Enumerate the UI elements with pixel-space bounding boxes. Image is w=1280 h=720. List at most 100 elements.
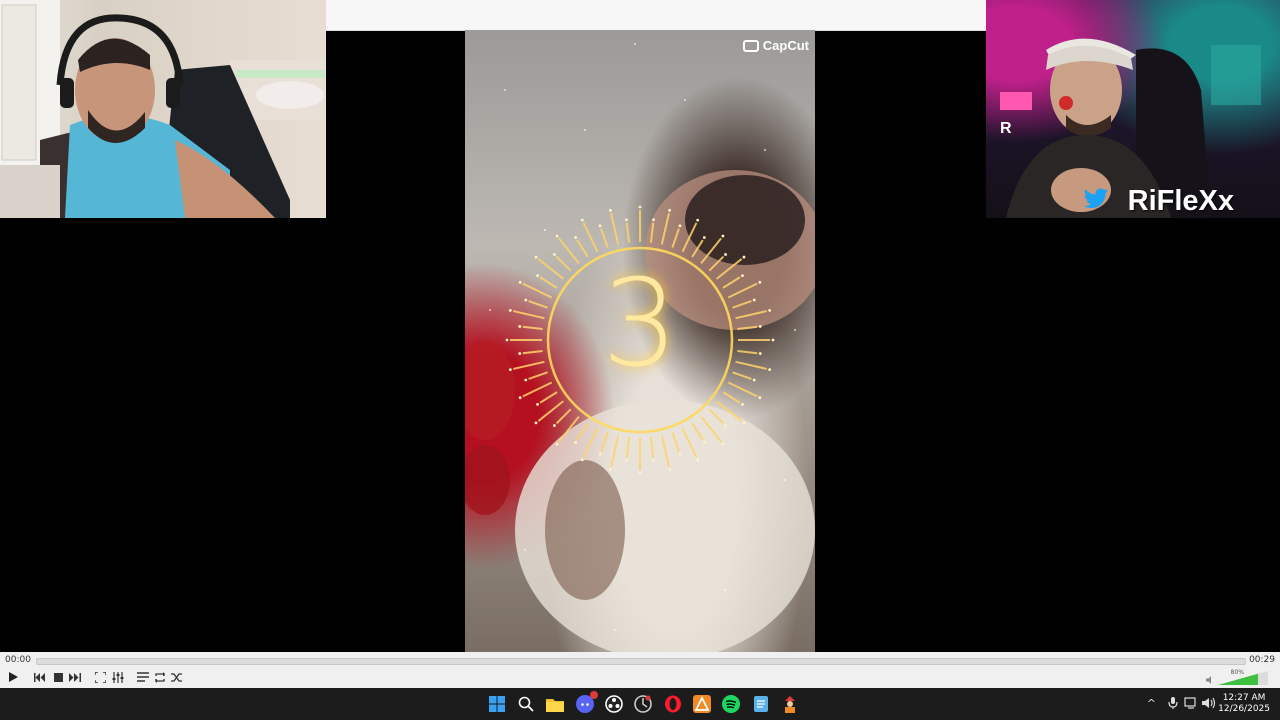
countdown-ray (671, 228, 680, 248)
countdown-ray (576, 422, 589, 441)
previous-button[interactable] (32, 669, 48, 685)
countdown-ray (671, 432, 680, 452)
countdown-ray (582, 427, 599, 458)
player-controls: 00:00 00:29 80% (0, 652, 1280, 688)
countdown-ray (610, 435, 620, 467)
countdown-sparkle (758, 396, 762, 400)
file-explorer-button[interactable] (545, 694, 565, 714)
tray-overflow-chevron-icon[interactable]: ^ (1147, 697, 1156, 710)
spotify-button[interactable] (721, 694, 741, 714)
countdown-ray (555, 408, 572, 425)
webcam-left-image (0, 0, 326, 218)
countdown-sparkle (609, 468, 612, 472)
media-stage: CapCut 3 R RiFleXx (0, 0, 1280, 652)
start-button[interactable] (487, 694, 507, 714)
countdown-sparkle (668, 468, 671, 472)
countdown-ray (600, 228, 609, 248)
countdown-ray (600, 432, 609, 452)
browser-strip (326, 0, 986, 31)
notepad-icon (754, 696, 768, 712)
microphone-icon[interactable] (1168, 697, 1178, 709)
stop-icon (53, 672, 63, 682)
video-frame: CapCut 3 (465, 30, 815, 652)
capcut-logo-icon (742, 39, 759, 52)
app-triangle-button[interactable] (692, 694, 712, 714)
capcut-label: CapCut (762, 38, 809, 53)
discord-badge (590, 691, 598, 699)
app-figure-icon (785, 696, 795, 713)
clock-time: 12:27 AM (1222, 693, 1266, 703)
opera-icon (665, 695, 681, 713)
countdown-ray (537, 400, 565, 422)
countdown-ray (708, 408, 725, 425)
speaker-icon[interactable] (1206, 676, 1216, 684)
obs-button[interactable] (604, 694, 624, 714)
countdown-ray (700, 415, 722, 443)
countdown-ray (625, 222, 631, 243)
countdown-sparkle (741, 402, 744, 406)
extended-settings-button[interactable] (110, 669, 126, 685)
countdown-ray (660, 435, 670, 467)
countdown-sparkle (638, 471, 642, 475)
countdown-sparkle (625, 458, 628, 462)
app-triangle-icon (693, 695, 711, 713)
countdown-sparkle (536, 402, 539, 406)
countdown-sparkle (702, 236, 706, 239)
countdown-sparkle (518, 396, 522, 400)
corner-letter: R (1000, 120, 1012, 137)
clock-date: 12/26/2025 (1218, 704, 1270, 714)
shuffle-icon (171, 672, 182, 682)
search-icon (518, 696, 534, 712)
skip-back-icon (34, 672, 45, 682)
countdown-ray (681, 222, 698, 253)
countdown-sparkle (580, 218, 584, 222)
countdown-sparkle (598, 224, 602, 228)
countdown-ray (582, 222, 599, 253)
countdown-sparkle (721, 442, 725, 446)
fullscreen-button[interactable] (92, 669, 108, 685)
countdown-sparkle (696, 218, 700, 222)
capcut-watermark: CapCut (742, 38, 809, 53)
countdown-sparkle (702, 441, 706, 444)
opera-button[interactable] (663, 694, 683, 714)
play-icon (9, 672, 18, 682)
search-button[interactable] (516, 694, 536, 714)
shuffle-button[interactable] (169, 669, 185, 685)
stop-button[interactable] (50, 669, 66, 685)
taskbar: ^ 12:27 AM 12/26/2025 (0, 688, 1280, 720)
discord-button[interactable] (575, 691, 598, 714)
spotify-icon (722, 695, 740, 713)
network-icon[interactable] (1184, 697, 1198, 709)
countdown-sparkle (598, 452, 602, 456)
equalizer-icon (112, 671, 124, 683)
twitter-bird-icon (1083, 188, 1109, 209)
countdown-ray (681, 427, 698, 458)
time-total: 00:29 (1249, 655, 1275, 665)
countdown-sparkle (609, 208, 612, 212)
obs-icon (605, 695, 623, 713)
countdown-sparkle (574, 441, 578, 444)
countdown-sparkle (724, 424, 727, 427)
countdown-sparkle (678, 224, 682, 228)
seek-bar[interactable] (36, 658, 1246, 665)
countdown-sparkle (696, 458, 700, 462)
countdown-ray (715, 400, 743, 422)
countdown-number: 3 (601, 255, 679, 394)
windows-start-icon (489, 696, 505, 712)
countdown-sparkle (652, 458, 655, 462)
countdown-sparkle (580, 458, 584, 462)
app-circle-button[interactable] (633, 694, 653, 714)
notepad-button[interactable] (751, 694, 771, 714)
webcam-left-feed (0, 0, 326, 218)
play-button[interactable] (4, 668, 22, 686)
system-clock[interactable]: 12:27 AM 12/26/2025 (1218, 693, 1270, 715)
playlist-button[interactable] (135, 669, 151, 685)
app-figure-button[interactable] (780, 694, 800, 714)
volume-icon[interactable] (1202, 697, 1216, 709)
volume-slider[interactable] (1218, 671, 1268, 685)
countdown-ray (649, 222, 655, 243)
loop-button[interactable] (152, 669, 168, 685)
next-button[interactable] (67, 669, 83, 685)
app-circle-icon (634, 695, 652, 713)
countdown-sparkle (555, 234, 559, 238)
